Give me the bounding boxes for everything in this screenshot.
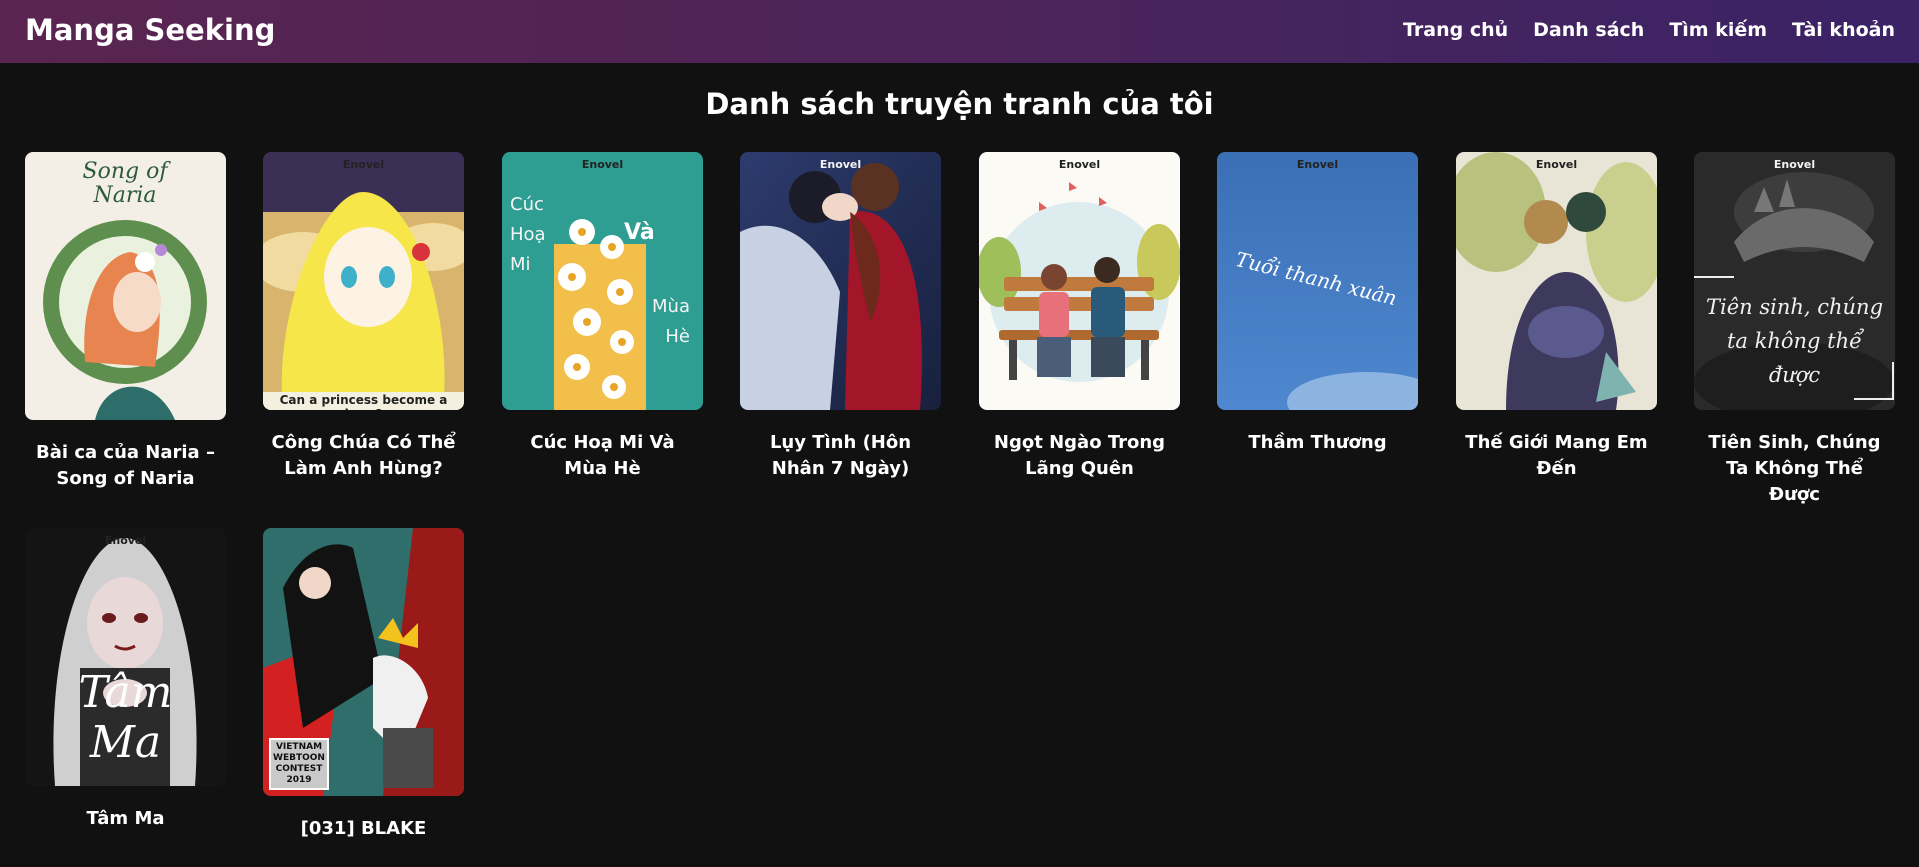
nav-link-home[interactable]: Trang chủ — [1403, 19, 1508, 41]
cover-title-text: Tiên sinh, chúng ta không thể được — [1705, 295, 1884, 387]
comic-card[interactable]: Enovel Ngọt Ngào Trong Lãng Quên — [979, 152, 1180, 482]
cover-title-text: Tâm Ma — [78, 667, 173, 768]
publisher-logo: Enovel — [1535, 158, 1578, 171]
publisher-logo: Enovel — [104, 534, 147, 547]
comic-title[interactable]: Tiên Sinh, Chúng Ta Không Thể Được — [1694, 430, 1895, 508]
comic-cover-image[interactable]: Enovel Tâm Ma — [25, 528, 226, 786]
comic-cover-image[interactable]: Enovel — [979, 152, 1180, 410]
publisher-logo: Enovel — [819, 158, 862, 171]
comic-card[interactable]: VIETNAM WEBTOON CONTEST 2019 [031] BLAKE — [263, 528, 464, 842]
cover-art — [740, 152, 941, 410]
nav-link-list[interactable]: Danh sách — [1533, 19, 1644, 41]
comic-card[interactable]: Enovel Tiên sinh, chúng ta không thể đượ… — [1694, 152, 1895, 508]
comic-title[interactable]: Lụy Tình (Hôn Nhân 7 Ngày) — [740, 430, 941, 482]
comic-cover-image[interactable]: Enovel Tuổi thanh xuân — [1217, 152, 1418, 410]
comic-card[interactable]: Enovel Tâm Ma Tâm Ma — [25, 528, 226, 832]
top-navbar: Manga Seeking Trang chủ Danh sách Tìm ki… — [0, 0, 1919, 63]
publisher-logo: Enovel — [581, 158, 624, 171]
cover-title-text: Và — [624, 220, 655, 245]
cover-title-text: Cúc Hoạ Mi — [510, 194, 546, 275]
contest-badge-text: VIETNAM WEBTOON CONTEST 2019 — [269, 738, 329, 790]
comic-cover-image[interactable]: Enovel — [1456, 152, 1657, 410]
cover-art — [979, 152, 1180, 410]
comic-card[interactable]: Enovel Lụy Tình (Hôn Nhân 7 Ngày) — [740, 152, 941, 482]
publisher-logo: Enovel — [1296, 158, 1339, 171]
comic-card[interactable]: Song of Naria Bài ca của Naria – Song of… — [25, 152, 226, 492]
comic-cover-image[interactable]: Enovel Tiên sinh, chúng ta không thể đượ… — [1694, 152, 1895, 410]
comic-title[interactable]: Tâm Ma — [25, 806, 226, 832]
comic-cover-image[interactable]: Enovel Cúc Hoạ Mi Và Mùa Hè — [502, 152, 703, 410]
cover-art — [1456, 152, 1657, 410]
comic-cover-image[interactable]: VIETNAM WEBTOON CONTEST 2019 — [263, 528, 464, 796]
comic-cover-image[interactable]: Enovel — [740, 152, 941, 410]
comic-card[interactable]: Enovel Tuổi thanh xuân Thầm Thương — [1217, 152, 1418, 456]
cover-title-text: Song of Naria — [82, 159, 168, 208]
comic-title[interactable]: Bài ca của Naria – Song of Naria — [25, 440, 226, 492]
comic-title[interactable]: Ngọt Ngào Trong Lãng Quên — [979, 430, 1180, 482]
comic-title[interactable]: Thế Giới Mang Em Đến — [1456, 430, 1657, 482]
cover-art — [263, 152, 464, 410]
publisher-logo: Enovel — [1058, 158, 1101, 171]
comic-card[interactable]: Enovel Thế Giới Mang Em Đến — [1456, 152, 1657, 482]
publisher-logo: Enovel — [1773, 158, 1816, 171]
comic-title[interactable]: Thầm Thương — [1217, 430, 1418, 456]
cover-title-text: Mùa Hè — [652, 296, 690, 347]
cover-title-text: Can a princess become a hero? — [279, 393, 448, 410]
comic-card[interactable]: Enovel Cúc Hoạ Mi Và Mùa Hè Cúc Hoạ Mi V… — [502, 152, 703, 482]
comic-title[interactable]: Cúc Hoạ Mi Và Mùa Hè — [502, 430, 703, 482]
nav-links: Trang chủ Danh sách Tìm kiếm Tài khoản — [1403, 19, 1895, 41]
nav-link-search[interactable]: Tìm kiếm — [1669, 19, 1767, 41]
nav-link-account[interactable]: Tài khoản — [1792, 19, 1895, 41]
site-logo[interactable]: Manga Seeking — [25, 13, 275, 47]
comic-cover-image[interactable]: Song of Naria — [25, 152, 226, 420]
page-title: Danh sách truyện tranh của tôi — [705, 87, 1214, 121]
comic-title[interactable]: Công Chúa Có Thể Làm Anh Hùng? — [263, 430, 464, 482]
comic-title[interactable]: [031] BLAKE — [263, 816, 464, 842]
comic-cover-image[interactable]: Enovel Can a princess become a hero? — [263, 152, 464, 410]
publisher-logo: Enovel — [342, 158, 385, 171]
comic-card[interactable]: Enovel Can a princess become a hero? Côn… — [263, 152, 464, 482]
